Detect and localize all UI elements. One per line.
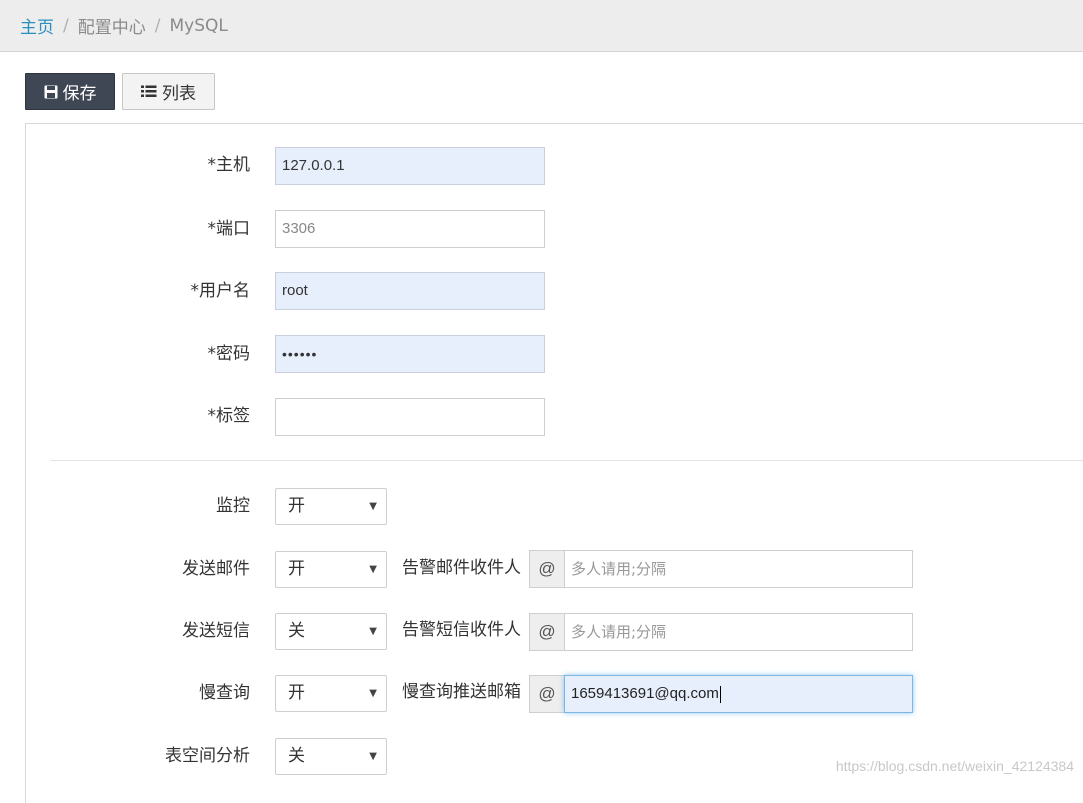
monitor-select-value: 开 [288,496,305,516]
slow-query-email-input[interactable]: 1659413691@qq.com [564,675,913,713]
list-button-label: 列表 [162,84,196,104]
breadcrumb-config[interactable]: 配置中心 [78,13,146,38]
save-button-label: 保存 [62,84,97,104]
tag-label: *标签 [207,406,251,426]
email-recipients-placeholder: 多人请用;分隔 [571,560,667,578]
breadcrumb-home[interactable]: 主页 [20,13,54,38]
tablespace-select-value: 关 [288,746,305,766]
port-input[interactable]: 3306 [275,210,545,248]
port-placeholder: 3306 [282,220,316,237]
at-icon: @ [529,613,564,651]
breadcrumb-separator: / [63,15,69,36]
monitor-label: 监控 [216,496,250,516]
host-label: *主机 [207,155,251,175]
tablespace-label: 表空间分析 [165,746,250,766]
send-email-select-value: 开 [288,559,305,579]
slow-query-email-value: 1659413691@qq.com [571,685,719,702]
floppy-disk-icon [44,85,57,98]
chevron-down-icon: ▼ [369,501,377,512]
send-email-select[interactable]: 开 ▼ [275,551,387,588]
email-recipients-input[interactable]: 多人请用;分隔 [564,550,913,588]
sms-recipients-input[interactable]: 多人请用;分隔 [564,613,913,651]
at-icon: @ [529,550,564,588]
send-email-label: 发送邮件 [182,559,250,579]
sms-recipients-placeholder: 多人请用;分隔 [571,623,667,641]
slow-query-select-value: 开 [288,683,305,703]
at-icon: @ [529,675,564,713]
list-button[interactable]: 列表 [122,73,215,110]
tag-input[interactable] [275,398,545,436]
password-input[interactable]: •••••• [275,335,545,373]
sms-recipients-label: 告警短信收件人 [402,620,521,640]
breadcrumb-separator: / [154,15,161,36]
section-divider [50,460,1083,461]
tablespace-select[interactable]: 关 ▼ [275,738,387,775]
breadcrumb-current: MySQL [169,15,228,36]
host-input[interactable]: 127.0.0.1 [275,147,545,185]
send-sms-select[interactable]: 关 ▼ [275,613,387,650]
port-label: *端口 [207,219,251,239]
chevron-down-icon: ▼ [369,751,377,762]
slow-query-label: 慢查询 [199,683,250,703]
watermark: https://blog.csdn.net/weixin_42124384 [835,758,1074,774]
username-input[interactable]: root [275,272,545,310]
username-label: *用户名 [190,281,251,301]
slow-query-select[interactable]: 开 ▼ [275,675,387,712]
list-icon [141,85,157,97]
breadcrumb: 主页 / 配置中心 / MySQL [0,0,1083,52]
email-recipients-label: 告警邮件收件人 [402,558,521,578]
save-button[interactable]: 保存 [25,73,115,110]
send-sms-select-value: 关 [288,621,305,641]
slow-query-email-label: 慢查询推送邮箱 [402,682,521,702]
chevron-down-icon: ▼ [369,688,377,699]
monitor-select[interactable]: 开 ▼ [275,488,387,525]
password-label: *密码 [207,344,251,364]
chevron-down-icon: ▼ [369,626,377,637]
send-sms-label: 发送短信 [182,621,250,641]
chevron-down-icon: ▼ [369,564,377,575]
text-cursor [719,685,721,703]
